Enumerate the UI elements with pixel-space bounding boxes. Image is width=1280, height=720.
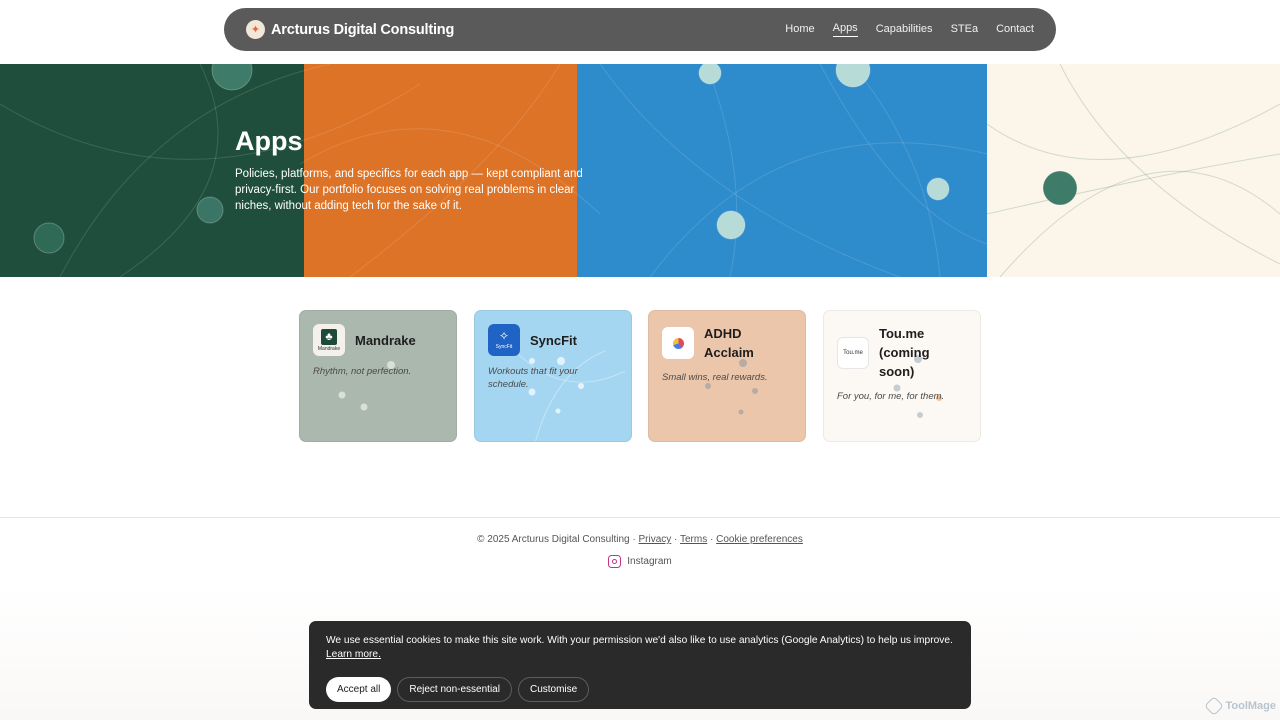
app-card-mandrake[interactable]: ♣ Mandrake Mandrake Rhythm, not perfecti… <box>299 310 457 442</box>
nav-apps[interactable]: Apps <box>832 22 858 37</box>
app-tagline: Small wins, real rewards. <box>662 372 768 383</box>
star-logo-icon: ✦ <box>246 20 265 39</box>
app-card-toume[interactable]: Tou.me Tou.me (coming soon) For you, for… <box>823 310 981 442</box>
app-name: Mandrake <box>355 332 416 348</box>
watermark-logo-icon <box>1204 696 1225 716</box>
cookie-banner: We use essential cookies to make this si… <box>309 621 971 709</box>
app-card-syncfit[interactable]: ✧ SyncFit SyncFit Workouts that fit your… <box>474 310 632 442</box>
watermark: ToolMage <box>1204 696 1276 716</box>
app-tagline: Rhythm, not perfection. <box>313 366 412 377</box>
customise-button[interactable]: Customise <box>517 677 590 702</box>
main-nav: Home Apps Capabilities STEa Contact <box>785 22 1034 37</box>
nav-contact[interactable]: Contact <box>996 23 1034 37</box>
footer-divider <box>0 517 1280 518</box>
cookie-preferences-link[interactable]: Cookie preferences <box>716 534 803 545</box>
hero-banner: Apps Policies, platforms, and specifics … <box>0 64 1280 277</box>
top-navigation-bar: ✦ Arcturus Digital Consulting Home Apps … <box>224 8 1056 51</box>
app-name: SyncFit <box>530 332 577 348</box>
cookie-message: We use essential cookies to make this si… <box>326 635 953 660</box>
app-tagline: Workouts that fit your schedule. <box>488 366 578 390</box>
reject-non-essential-button[interactable]: Reject non-essential <box>397 677 512 702</box>
app-tagline: For you, for me, for them. <box>837 391 945 402</box>
instagram-icon <box>608 555 622 568</box>
terms-link[interactable]: Terms <box>680 534 707 545</box>
brand-name: Arcturus Digital Consulting <box>271 21 455 38</box>
copyright-text: © 2025 Arcturus Digital Consulting <box>477 534 630 545</box>
instagram-label: Instagram <box>627 556 672 567</box>
learn-more-link[interactable]: Learn more. <box>326 649 381 660</box>
mandrake-icon: ♣ Mandrake <box>313 324 345 356</box>
brand[interactable]: ✦ Arcturus Digital Consulting <box>246 20 454 39</box>
toume-icon: Tou.me <box>837 336 869 369</box>
instagram-link[interactable]: Instagram <box>0 555 1280 568</box>
cookie-actions: Accept all Reject non-essential Customis… <box>326 677 954 702</box>
hero-content: Apps Policies, platforms, and specifics … <box>235 126 595 214</box>
page-title: Apps <box>235 126 303 156</box>
syncfit-icon: ✧ SyncFit <box>488 324 520 356</box>
privacy-link[interactable]: Privacy <box>638 534 671 545</box>
nav-stea[interactable]: STEa <box>951 23 979 37</box>
adhd-acclaim-icon <box>662 327 694 359</box>
footer-links: © 2025 Arcturus Digital Consulting · Pri… <box>477 534 803 545</box>
accept-all-button[interactable]: Accept all <box>326 677 392 702</box>
hero-network-decoration <box>0 64 1280 277</box>
hero-description: Policies, platforms, and specifics for e… <box>235 168 583 212</box>
app-name: ADHD Acclaim <box>704 326 754 360</box>
app-card-adhd-acclaim[interactable]: ADHD Acclaim Small wins, real rewards. <box>648 310 806 442</box>
nav-home[interactable]: Home <box>785 23 814 37</box>
app-name: Tou.me (coming soon) <box>879 326 930 379</box>
nav-capabilities[interactable]: Capabilities <box>876 23 933 37</box>
